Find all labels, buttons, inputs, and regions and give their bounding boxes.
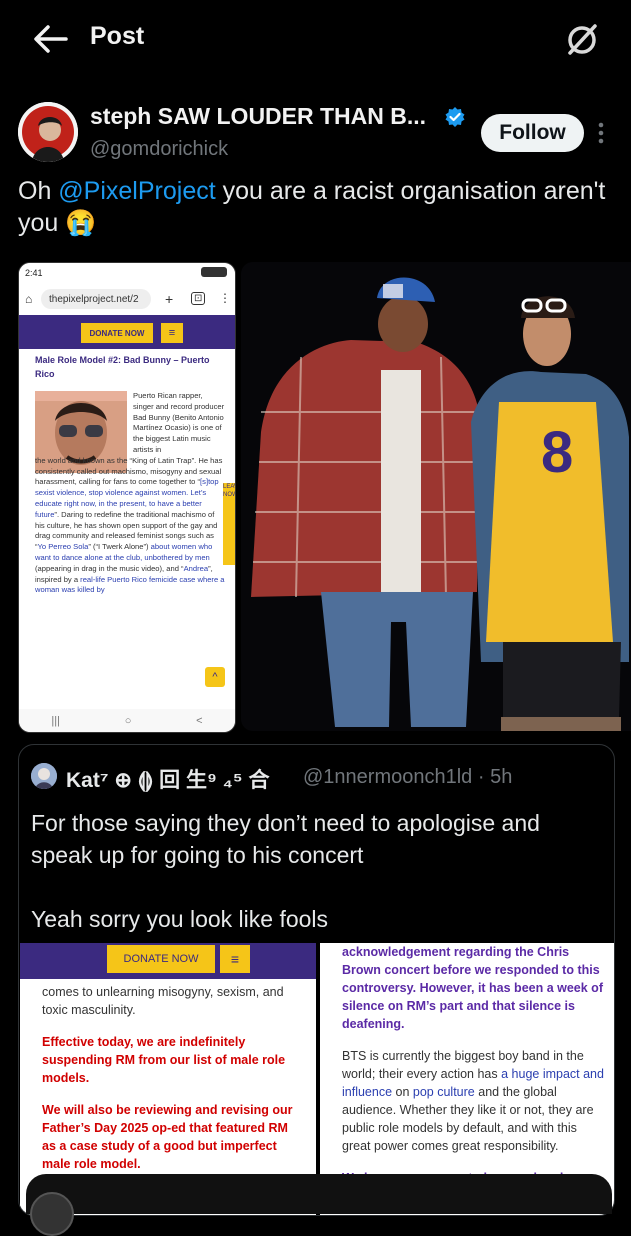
author-name[interactable]: steph SAW LOUDER THAN B... [90,103,426,130]
browser-url-bar: ⌂ thepixelproject.net/2 + ⊡ ⋮ [25,288,231,312]
article-body-main: the world and known as the “King of Lati… [35,455,223,487]
scroll-up-icon: ^ [205,667,225,687]
bottom-reply-bar[interactable] [26,1174,612,1214]
quote-image-1-text: comes to unlearning misogyny, sexism, an… [42,983,304,1173]
quote-image-2-text-b: on [392,1085,413,1099]
quote-image-2-paragraph: BTS is currently the biggest boy band in… [342,1047,604,1155]
status-bar: 2:41 [19,263,235,283]
more-options-icon[interactable] [598,122,604,144]
article-heading: Male Role Model #2: Bad Bunny – Puerto R… [35,355,210,379]
quote-image-1-red-1: Effective today, we are indefinitely sus… [42,1035,286,1085]
quote-author-name[interactable]: Kat⁷ ⊕ ⟬⟭ 回 生⁹ ₄⁵ 合 [66,764,269,794]
article-body-right: Puerto Rican rapper, singer and record p… [133,391,225,454]
hamburger-icon: ≡ [161,323,183,343]
tabs-icon: ⊡ [191,292,206,305]
status-time: 2:41 [25,268,43,278]
jersey-number: 8 [541,420,573,485]
quote-image-2-purple-1: acknowledgement regarding the Chris Brow… [342,945,603,1031]
home-icon: ⌂ [25,292,33,306]
recents-icon: ||| [51,714,60,727]
tweet-image-concert-photo[interactable]: 8 [241,262,631,731]
tweet-text: Oh @PixelProject you are a racist organi… [18,175,618,239]
page-title: Post [90,22,145,50]
grok-icon[interactable] [562,20,602,60]
tweet-text-start: Oh [18,177,59,205]
quote-text: For those saying they don’t need to apol… [31,810,540,932]
mention-link[interactable]: @PixelProject [58,177,215,205]
quote-image-2-link-2: pop culture [412,1085,475,1099]
quote-image-1-line: comes to unlearning misogyny, sexism, an… [42,985,284,1017]
url-text: thepixelproject.net/2 [49,294,139,305]
android-nav-bar: ||| ○ < [19,709,235,732]
quote-author-avatar[interactable] [31,763,57,789]
tweet-image-screenshot[interactable]: 2:41 ⌂ thepixelproject.net/2 + ⊡ ⋮ DONAT… [18,262,236,733]
donate-button: DONATE NOW [81,323,153,343]
quote-image-1-red-2: We will also be reviewing and revising o… [42,1103,293,1171]
concert-photo-illustration: 8 [241,262,631,731]
donate-button-1: DONATE NOW [107,945,215,973]
current-user-avatar[interactable] [30,1192,74,1236]
top-bar: Post [0,0,631,78]
browser-menu-icon: ⋮ [219,291,231,305]
article-link-4: Andrea [183,563,209,573]
article-link-2: Yo Perreo Sola [37,542,89,552]
follow-button[interactable]: Follow [481,114,584,152]
quote-image-2-text: acknowledgement regarding the Chris Brow… [342,943,604,1187]
new-tab-icon: + [165,291,174,307]
author-avatar[interactable] [18,102,78,162]
battery-icon [201,267,227,277]
leave-now-tab: LEAVE NOW [223,483,235,565]
back-arrow-icon[interactable] [30,22,70,56]
article-body-mid2: ” (“I Twerk Alone”) [88,542,151,552]
quote-author-handle[interactable]: @1nnermoonch1ld · 5h [303,766,512,789]
home-circle-icon: ○ [124,714,132,727]
article-body: Puerto Rican rapper, singer and record p… [35,391,225,596]
author-handle[interactable]: @gomdorichick [90,138,228,161]
verified-badge-icon [445,107,465,127]
quoted-tweet[interactable]: Kat⁷ ⊕ ⟬⟭ 回 生⁹ ₄⁵ 合 @1nnermoonch1ld · 5h… [18,744,615,1216]
hamburger-icon-1: ≡ [220,945,250,973]
article-body-mid3: (appearing in drag in the music video), … [35,563,184,573]
back-chevron-icon: < [196,714,203,727]
